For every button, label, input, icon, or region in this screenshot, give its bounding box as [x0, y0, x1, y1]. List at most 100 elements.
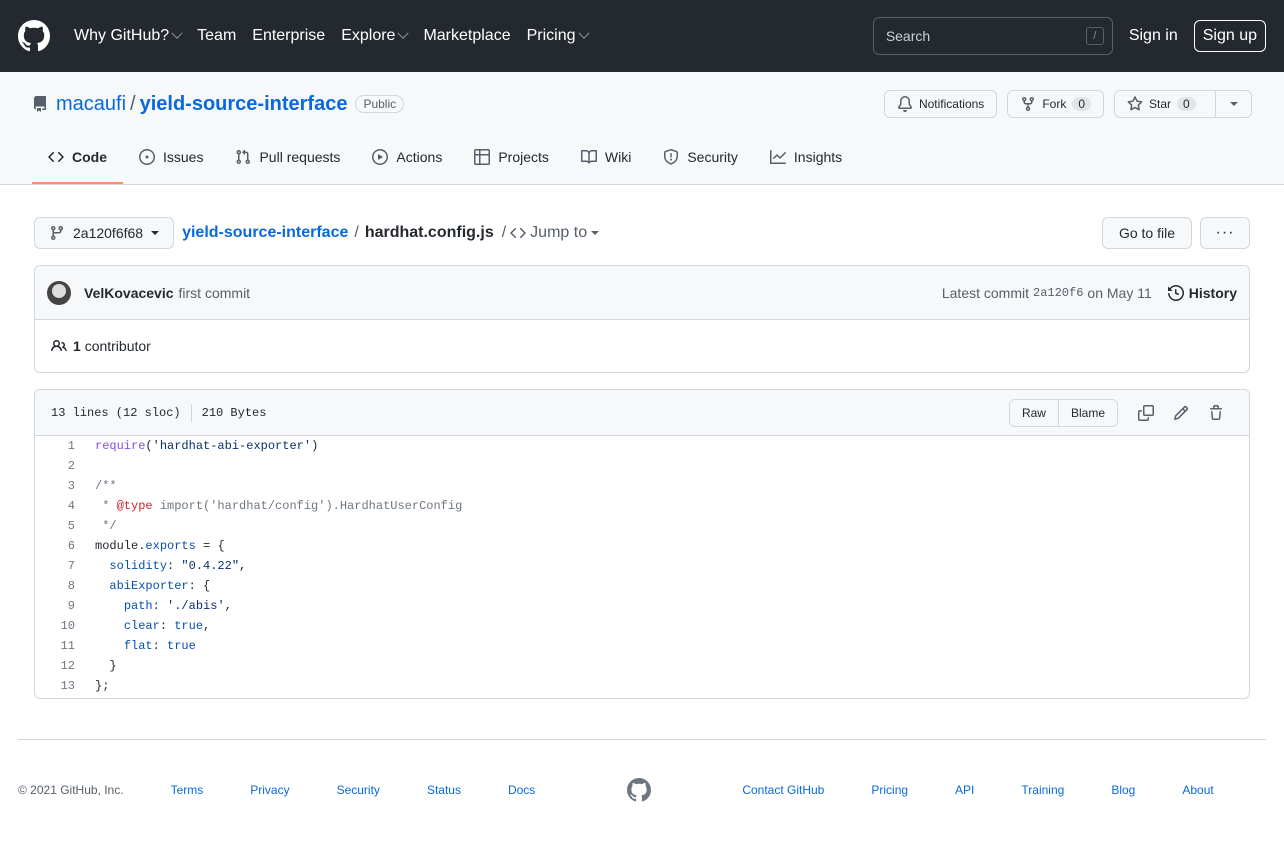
- nav-enterprise[interactable]: Enterprise: [252, 27, 325, 45]
- footer-links-left: Terms Privacy Security Status Docs: [171, 783, 583, 797]
- footer-link-training[interactable]: Training: [1021, 783, 1064, 797]
- chevron-down-icon: [577, 27, 590, 39]
- copy-icon[interactable]: [1128, 404, 1163, 421]
- line-number[interactable]: 5: [35, 519, 85, 533]
- global-nav: Why GitHub? Team Enterprise Explore Marketpl…: [74, 27, 604, 45]
- sign-in-link[interactable]: Sign in: [1129, 27, 1178, 45]
- tab-wiki[interactable]: Wiki: [565, 132, 647, 184]
- footer-link-terms[interactable]: Terms: [171, 783, 204, 797]
- repo-owner-link[interactable]: macaufi: [56, 93, 126, 116]
- code-line: 2: [35, 456, 1249, 476]
- latest-commit-prefix: Latest commit: [941, 284, 1029, 301]
- branch-select-button[interactable]: 2a120f6f68: [34, 217, 175, 249]
- line-number[interactable]: 11: [35, 639, 85, 653]
- kebab-horizontal-icon[interactable]: ···: [1200, 217, 1250, 249]
- pull-request-icon: [236, 149, 251, 165]
- raw-button[interactable]: Raw: [1009, 399, 1058, 426]
- star-button[interactable]: Star 0: [1114, 90, 1216, 118]
- fork-count: 0: [1072, 97, 1091, 111]
- nav-label: Marketplace: [423, 27, 511, 44]
- repo-icon: [32, 96, 48, 112]
- contributor-label: contributor: [84, 338, 151, 354]
- contributors-link[interactable]: 1 contributor: [73, 338, 151, 354]
- line-number[interactable]: 9: [35, 599, 85, 613]
- commit-sha-link[interactable]: 2a120f6: [1033, 286, 1083, 300]
- notifications-button[interactable]: Notifications: [883, 90, 998, 118]
- nav-marketplace[interactable]: Marketplace: [423, 27, 510, 45]
- github-mark-icon[interactable]: [627, 777, 652, 802]
- global-header: Why GitHub? Team Enterprise Explore Marketpl…: [0, 0, 1284, 72]
- footer-link-pricing[interactable]: Pricing: [871, 783, 908, 797]
- footer-link-security[interactable]: Security: [337, 783, 380, 797]
- blame-button[interactable]: Blame: [1057, 399, 1117, 426]
- tab-label: Projects: [498, 149, 549, 165]
- footer-link-docs[interactable]: Docs: [508, 783, 535, 797]
- line-number[interactable]: 10: [35, 619, 85, 633]
- fork-button[interactable]: Fork 0: [1007, 90, 1104, 118]
- star-dropdown-button[interactable]: [1216, 90, 1252, 118]
- avatar[interactable]: [47, 280, 71, 305]
- contributor-count: 1: [73, 338, 81, 354]
- fork-label: Fork: [1042, 97, 1067, 111]
- line-number[interactable]: 7: [35, 559, 85, 573]
- nav-explore[interactable]: Explore: [341, 27, 410, 45]
- go-to-file-button[interactable]: Go to file: [1101, 217, 1192, 249]
- footer-links-right: Contact GitHub Pricing API Training Blog Abou…: [742, 783, 1213, 797]
- branch-name: 2a120f6f68: [73, 225, 144, 241]
- search-input[interactable]: Search /: [872, 17, 1113, 55]
- line-number[interactable]: 8: [35, 579, 85, 593]
- file-box: 13 lines (12 sloc) 210 Bytes Raw Blame 1…: [34, 389, 1250, 699]
- code-line: 3 /**: [35, 476, 1249, 496]
- star-count: 0: [1177, 97, 1196, 111]
- line-number[interactable]: 13: [35, 679, 85, 693]
- tab-pull-requests[interactable]: Pull requests: [219, 132, 356, 184]
- main-content: 2a120f6f68 yield-source-interface / hard…: [0, 217, 1284, 699]
- tab-label: Pull requests: [259, 149, 341, 165]
- tab-label: Security: [687, 149, 738, 165]
- commit-message-link[interactable]: first commit: [179, 285, 251, 301]
- line-number[interactable]: 1: [35, 439, 85, 453]
- contributors-row: 1 contributor: [35, 320, 1249, 372]
- tab-security[interactable]: Security: [647, 132, 754, 184]
- tab-actions[interactable]: Actions: [356, 132, 458, 184]
- star-button-group: Star 0: [1114, 90, 1252, 118]
- fork-icon: [1022, 97, 1035, 112]
- trash-icon[interactable]: [1198, 404, 1233, 421]
- line-number[interactable]: 3: [35, 479, 85, 493]
- tab-projects[interactable]: Projects: [458, 132, 565, 184]
- footer-link-blog[interactable]: Blog: [1111, 783, 1135, 797]
- jump-to-button[interactable]: / Jump to: [502, 224, 600, 242]
- footer-link-api[interactable]: API: [955, 783, 974, 797]
- divider: [190, 403, 192, 422]
- line-content: /**: [95, 479, 117, 493]
- tab-insights[interactable]: Insights: [754, 132, 858, 184]
- repo-name-link[interactable]: yield-source-interface: [140, 93, 348, 116]
- code-line: 7 solidity: "0.4.22",: [35, 556, 1249, 576]
- footer-link-status[interactable]: Status: [427, 783, 461, 797]
- sign-up-button[interactable]: Sign up: [1193, 20, 1266, 52]
- repo-title-row: macaufi / yield-source-interface Public …: [0, 90, 1284, 118]
- latest-commit-info: Latest commit 2a120f6 on May 11: [942, 285, 1152, 301]
- github-logo-icon[interactable]: [18, 20, 50, 52]
- breadcrumb-repo-link[interactable]: yield-source-interface: [182, 224, 348, 242]
- history-link[interactable]: History: [1167, 285, 1237, 301]
- line-number[interactable]: 4: [35, 499, 85, 513]
- search-placeholder: Search: [885, 28, 931, 44]
- nav-why-github[interactable]: Why GitHub?: [74, 27, 183, 45]
- commit-author-link[interactable]: VelKovacevic: [84, 285, 174, 301]
- line-number[interactable]: 12: [35, 659, 85, 673]
- commit-box: VelKovacevic first commit Latest commit …: [34, 265, 1250, 373]
- nav-pricing[interactable]: Pricing: [527, 27, 590, 45]
- line-number[interactable]: 6: [35, 539, 85, 553]
- nav-team[interactable]: Team: [197, 27, 236, 45]
- footer-link-privacy[interactable]: Privacy: [250, 783, 289, 797]
- line-number[interactable]: 2: [35, 459, 85, 473]
- nav-label: Enterprise: [252, 27, 326, 44]
- tab-code[interactable]: Code: [32, 132, 123, 184]
- pencil-icon[interactable]: [1163, 405, 1198, 421]
- tab-issues[interactable]: Issues: [123, 132, 219, 184]
- footer-link-contact-github[interactable]: Contact GitHub: [742, 783, 824, 797]
- footer-link-about[interactable]: About: [1182, 783, 1213, 797]
- triangle-down-icon: [1229, 102, 1238, 106]
- code-icon: [48, 151, 64, 163]
